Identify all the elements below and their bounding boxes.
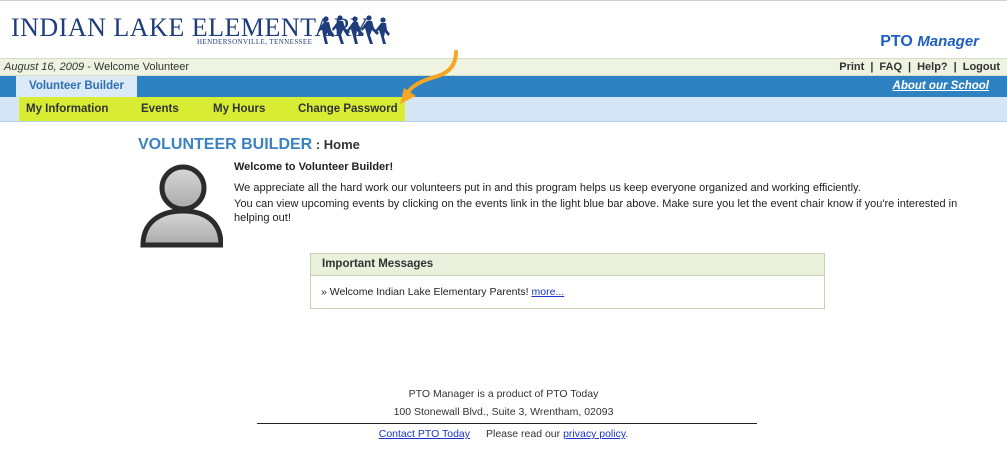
privacy-suffix: . [625, 428, 629, 440]
page-title: VOLUNTEER BUILDER : Home [138, 136, 360, 154]
footer-divider [257, 423, 757, 424]
page-title-suffix: : Home [312, 137, 360, 152]
privacy-policy-link[interactable]: privacy policy [563, 428, 625, 440]
subnav-my-information[interactable]: My Information [26, 97, 108, 121]
welcome-line: August 16, 2009 - Welcome Volunteer [4, 59, 189, 75]
info-bar: August 16, 2009 - Welcome Volunteer Prin… [0, 58, 1007, 76]
pto-manager-brand: PTO Manager [880, 33, 979, 51]
welcome-paragraph-2: You can view upcoming events by clicking… [234, 198, 958, 224]
sub-nav: My Information Events My Hours Change Pa… [0, 97, 1007, 122]
footer-links: Contact PTO Today Please read our privacy… [0, 428, 1007, 440]
separator: | [870, 61, 874, 73]
school-name: INDIAN LAKE ELEMENTARY [11, 13, 370, 42]
message-item: » Welcome Indian Lake Elementary Parents… [311, 276, 824, 298]
message-text: » Welcome Indian Lake Elementary Parents… [321, 286, 532, 298]
footer-address: 100 Stonewall Blvd., Suite 3, Wrentham, … [393, 406, 614, 418]
messages-heading: Important Messages [311, 254, 824, 276]
important-messages-panel: Important Messages » Welcome Indian Lake… [310, 253, 825, 309]
running-kids-logo-icon [318, 15, 390, 44]
faq-link[interactable]: FAQ [879, 61, 902, 73]
separator: | [953, 61, 957, 73]
school-location: HENDERSONVILLE, TENNESSEE [197, 38, 313, 46]
subnav-my-hours[interactable]: My Hours [213, 97, 265, 121]
more-link[interactable]: more... [532, 286, 565, 298]
brand-pto: PTO [880, 33, 913, 50]
header: INDIAN LAKE ELEMENTARY HENDERSONVILLE, T… [0, 9, 1007, 58]
welcome-heading: Welcome to Volunteer Builder! [234, 161, 394, 173]
footer-product-line: PTO Manager is a product of PTO Today [408, 388, 599, 400]
print-link[interactable]: Print [839, 61, 864, 73]
welcome-paragraph-1: We appreciate all the hard work our volu… [234, 182, 861, 194]
subnav-change-password[interactable]: Change Password [298, 97, 398, 121]
top-rule [0, 0, 1007, 9]
main-nav: Volunteer Builder About our School [0, 76, 1007, 97]
avatar-icon [140, 164, 223, 248]
tab-volunteer-builder[interactable]: Volunteer Builder [16, 76, 137, 97]
contact-pto-today-link[interactable]: Contact PTO Today [379, 428, 470, 440]
separator: | [908, 61, 912, 73]
utility-links: Print | FAQ | Help? | Logout [839, 59, 1000, 75]
brand-manager: Manager [917, 33, 979, 50]
welcome-section: Welcome to Volunteer Builder! We appreci… [234, 160, 994, 227]
subnav-events[interactable]: Events [141, 97, 179, 121]
help-link[interactable]: Help? [917, 61, 948, 73]
welcome-text: - Welcome Volunteer [84, 61, 190, 73]
page-title-main: VOLUNTEER BUILDER [138, 136, 313, 153]
about-our-school-link[interactable]: About our School [893, 76, 989, 97]
current-date: August 16, 2009 [4, 61, 85, 73]
logout-link[interactable]: Logout [963, 61, 1000, 73]
privacy-prefix: Please read our [486, 428, 564, 440]
